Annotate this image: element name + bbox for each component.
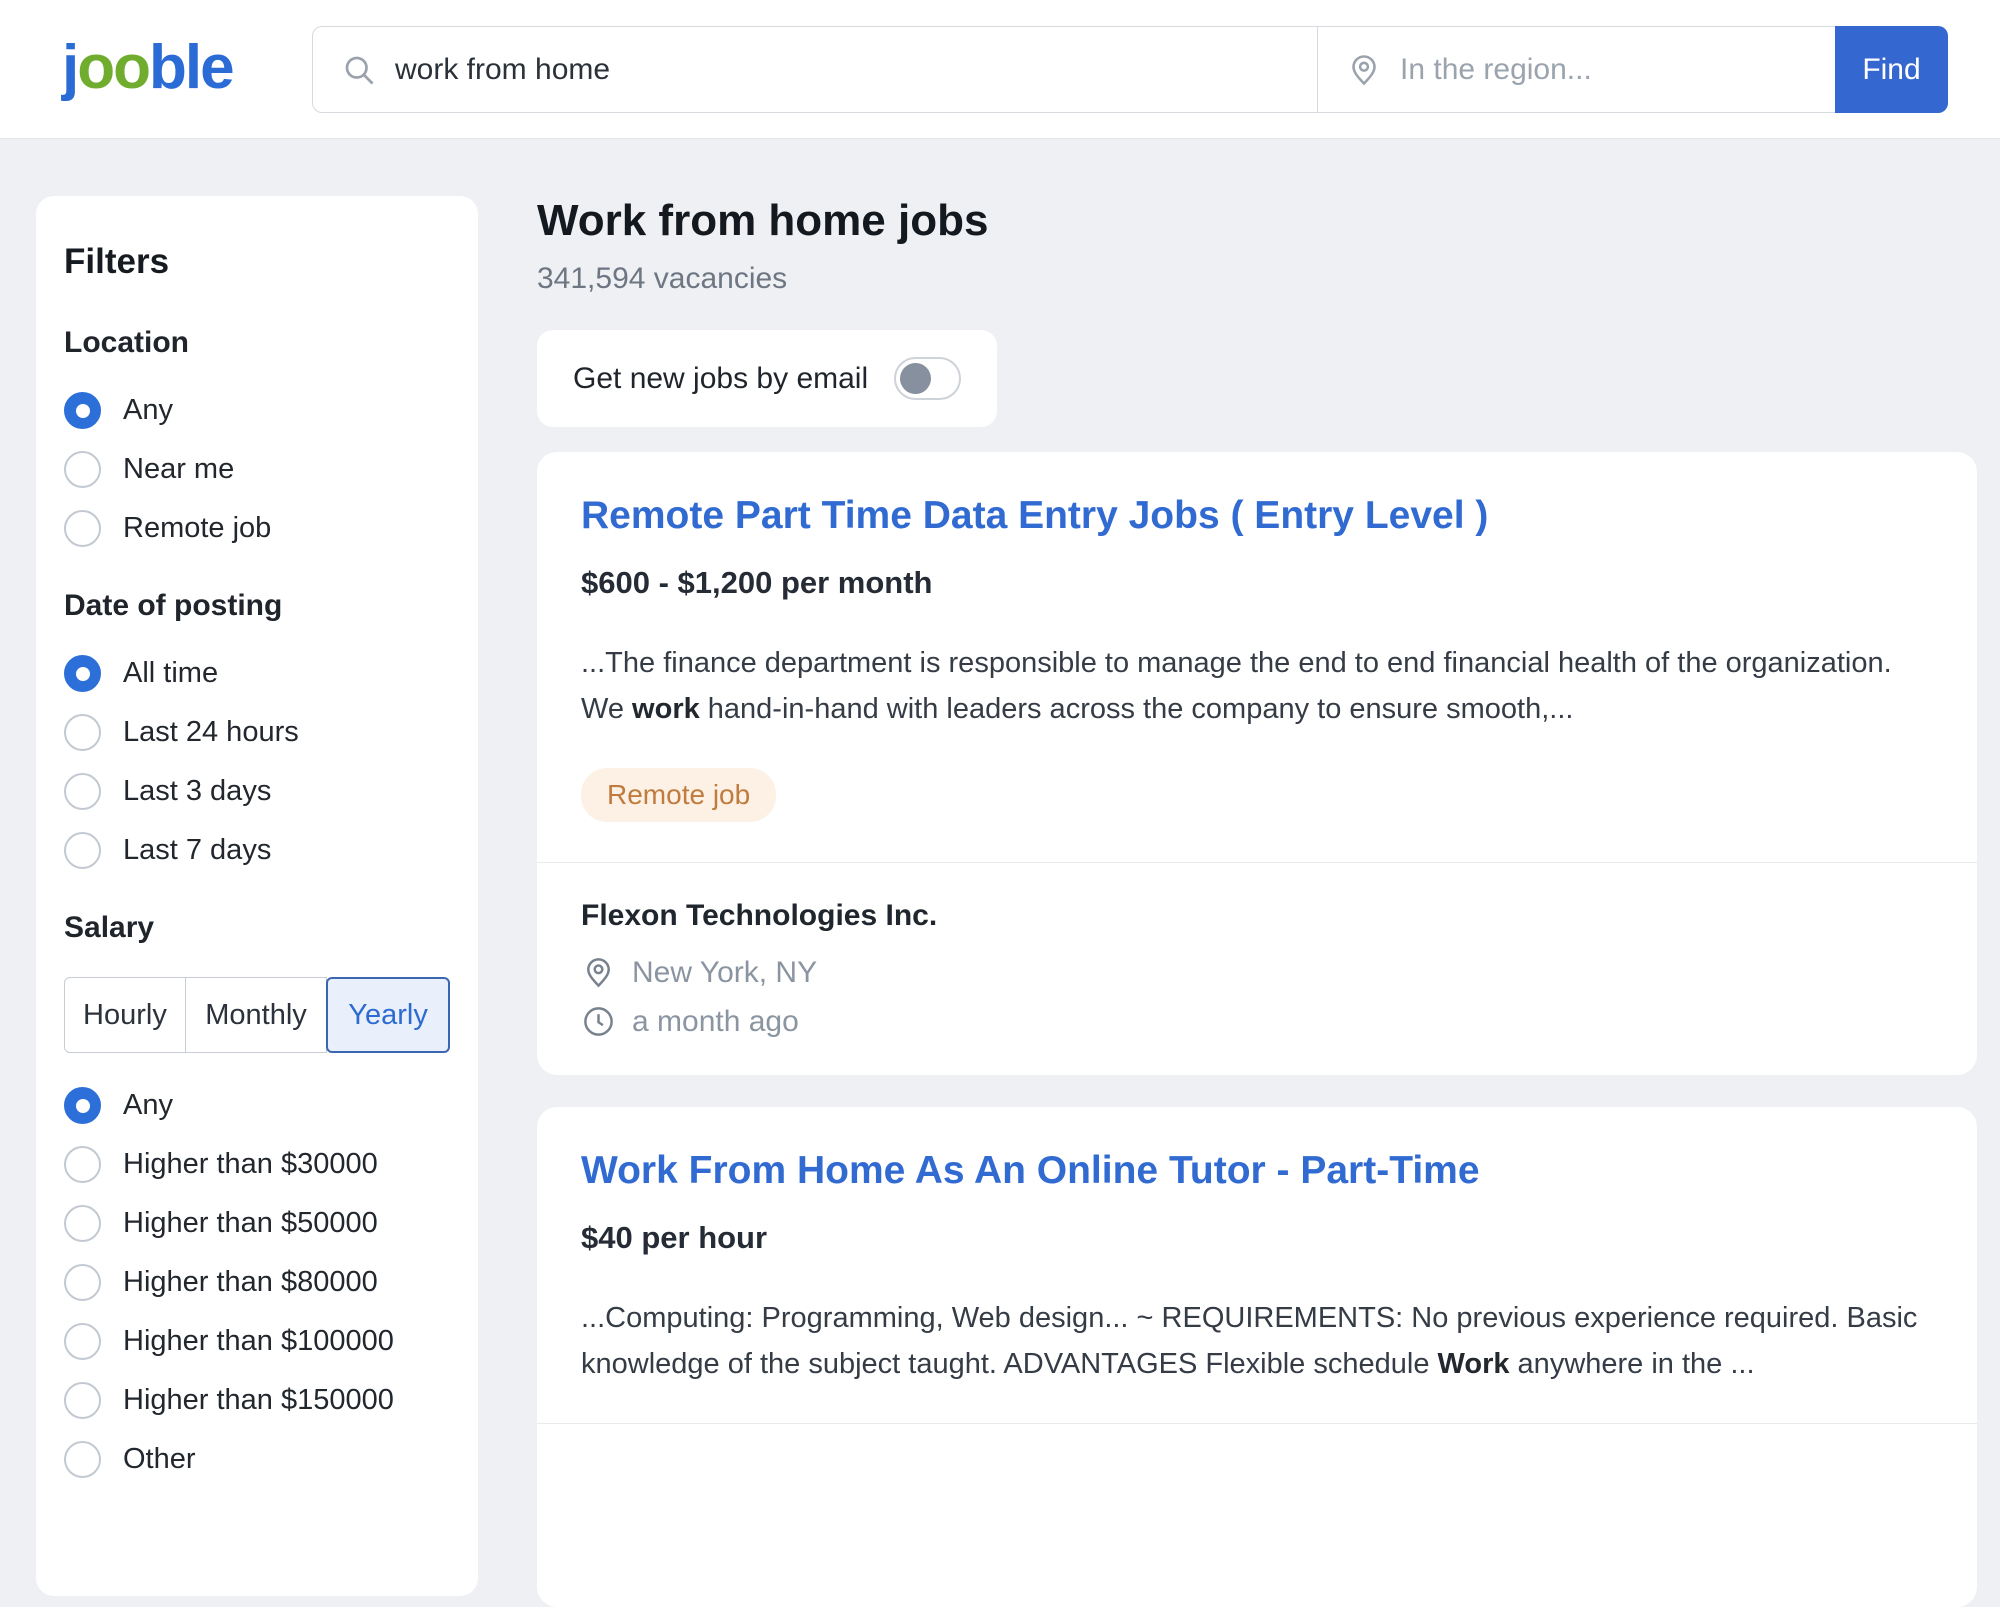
radio-label[interactable]: Any: [123, 394, 173, 427]
search-icon: [341, 52, 377, 88]
radio-button[interactable]: [64, 392, 101, 429]
radio-label[interactable]: Last 7 days: [123, 834, 271, 867]
job-title-link[interactable]: Work From Home As An Online Tutor - Part…: [581, 1147, 1933, 1196]
remote-job-badge: Remote job: [581, 768, 776, 822]
email-subscribe-label: Get new jobs by email: [573, 362, 868, 396]
location-pin-icon: [1346, 52, 1382, 88]
page-title: Work from home jobs: [537, 196, 988, 246]
radio-label[interactable]: All time: [123, 657, 218, 690]
job-location: New York, NY: [632, 956, 817, 990]
radio-button[interactable]: [64, 510, 101, 547]
tab-yearly[interactable]: Yearly: [326, 977, 450, 1053]
radio-button[interactable]: [64, 714, 101, 751]
location-pin-icon: [581, 955, 616, 990]
radio-button[interactable]: [64, 773, 101, 810]
job-description: ...Computing: Programming, Web design...…: [581, 1296, 1933, 1388]
email-subscribe-toggle[interactable]: [894, 357, 961, 400]
radio-button[interactable]: [64, 1323, 101, 1360]
clock-icon: [581, 1004, 616, 1039]
radio-label[interactable]: Higher than $100000: [123, 1325, 394, 1358]
salary-section-title: Salary: [64, 911, 450, 945]
radio-button[interactable]: [64, 1264, 101, 1301]
jooble-logo[interactable]: jooble: [62, 18, 233, 118]
logo-part-oo: oo: [77, 33, 149, 102]
date-option-last-24-hours[interactable]: Last 24 hours: [64, 714, 450, 751]
radio-button[interactable]: [64, 1146, 101, 1183]
job-description: ...The finance department is responsible…: [581, 641, 1933, 733]
vacancies-count: 341,594 vacancies: [537, 262, 787, 296]
salary-option-80000[interactable]: Higher than $80000: [64, 1264, 450, 1301]
radio-label[interactable]: Other: [123, 1443, 196, 1476]
salary-option-50000[interactable]: Higher than $50000: [64, 1205, 450, 1242]
filters-title: Filters: [64, 242, 450, 282]
radio-label[interactable]: Higher than $30000: [123, 1148, 378, 1181]
region-input[interactable]: [1400, 53, 1835, 87]
salary-option-150000[interactable]: Higher than $150000: [64, 1382, 450, 1419]
salary-option-any[interactable]: Any: [64, 1087, 450, 1124]
date-section-title: Date of posting: [64, 589, 450, 623]
salary-option-other[interactable]: Other: [64, 1441, 450, 1478]
search-input[interactable]: [395, 53, 1317, 87]
top-header: jooble Find: [0, 0, 2000, 139]
logo-part-j: j: [62, 33, 77, 102]
radio-button[interactable]: [64, 1382, 101, 1419]
desc-highlight: work: [632, 693, 700, 725]
date-option-last-7-days[interactable]: Last 7 days: [64, 832, 450, 869]
radio-button[interactable]: [64, 1087, 101, 1124]
toggle-knob: [900, 363, 931, 394]
radio-button[interactable]: [64, 1205, 101, 1242]
tab-monthly[interactable]: Monthly: [185, 977, 327, 1053]
job-posted-row: a month ago: [581, 1004, 1933, 1039]
job-footer: Flexon Technologies Inc. New York, NY a …: [581, 863, 1933, 1039]
email-subscribe-card: Get new jobs by email: [537, 330, 997, 427]
radio-label[interactable]: Last 24 hours: [123, 716, 299, 749]
location-option-remote-job[interactable]: Remote job: [64, 510, 450, 547]
tab-hourly[interactable]: Hourly: [64, 977, 186, 1053]
job-card: Remote Part Time Data Entry Jobs ( Entry…: [537, 452, 1977, 1075]
job-location-row: New York, NY: [581, 955, 1933, 990]
desc-highlight: Work: [1438, 1348, 1510, 1380]
date-option-last-3-days[interactable]: Last 3 days: [64, 773, 450, 810]
radio-label[interactable]: Last 3 days: [123, 775, 271, 808]
job-posted: a month ago: [632, 1005, 799, 1039]
radio-button[interactable]: [64, 1441, 101, 1478]
location-section-title: Location: [64, 326, 450, 360]
desc-part: anywhere in the ...: [1510, 1348, 1755, 1380]
region-search-segment: [1318, 27, 1835, 112]
salary-option-100000[interactable]: Higher than $100000: [64, 1323, 450, 1360]
radio-label[interactable]: Remote job: [123, 512, 271, 545]
job-title-link[interactable]: Remote Part Time Data Entry Jobs ( Entry…: [581, 492, 1933, 541]
radio-label[interactable]: Higher than $50000: [123, 1207, 378, 1240]
radio-label[interactable]: Higher than $80000: [123, 1266, 378, 1299]
radio-label[interactable]: Near me: [123, 453, 234, 486]
location-option-any[interactable]: Any: [64, 392, 450, 429]
radio-button[interactable]: [64, 832, 101, 869]
salary-period-tabs: Hourly Monthly Yearly: [64, 977, 450, 1053]
find-button[interactable]: Find: [1835, 26, 1948, 113]
radio-label[interactable]: Any: [123, 1089, 173, 1122]
job-card: Work From Home As An Online Tutor - Part…: [537, 1107, 1977, 1607]
logo-part-ble: ble: [149, 33, 233, 102]
radio-button[interactable]: [64, 451, 101, 488]
salary-option-30000[interactable]: Higher than $30000: [64, 1146, 450, 1183]
radio-label[interactable]: Higher than $150000: [123, 1384, 394, 1417]
desc-part: hand-in-hand with leaders across the com…: [700, 693, 1574, 725]
filters-panel: Filters Location Any Near me Remote job …: [36, 196, 478, 1596]
company-name: Flexon Technologies Inc.: [581, 899, 1933, 933]
radio-button[interactable]: [64, 655, 101, 692]
job-salary: $40 per hour: [581, 1220, 1933, 1256]
job-salary: $600 - $1,200 per month: [581, 565, 1933, 601]
search-bar: Find: [312, 26, 1948, 113]
location-option-near-me[interactable]: Near me: [64, 451, 450, 488]
date-option-all-time[interactable]: All time: [64, 655, 450, 692]
keyword-search-segment: [313, 27, 1318, 112]
